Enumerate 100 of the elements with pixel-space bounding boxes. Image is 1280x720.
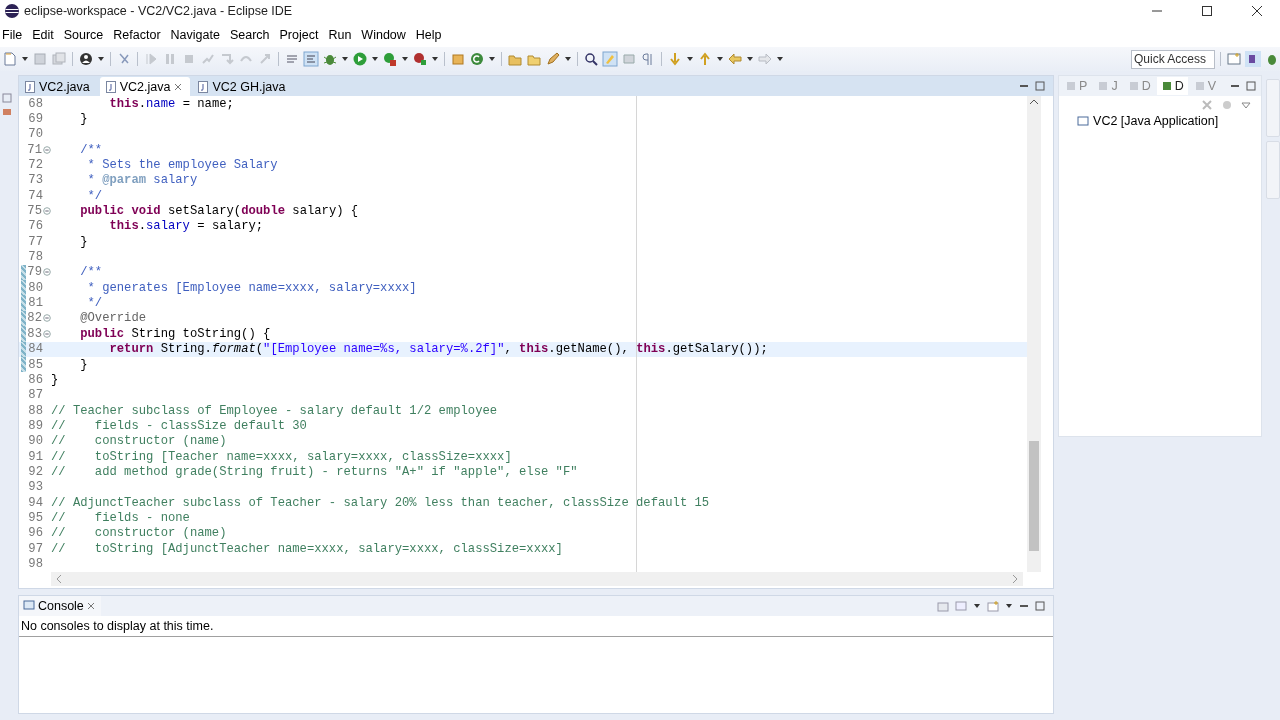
line-number: 88: [27, 403, 43, 418]
open-perspective-icon[interactable]: [1226, 51, 1242, 67]
step-into-icon[interactable]: [219, 51, 235, 67]
code-line: * Sets the employee Salary: [86, 158, 278, 173]
code-line: */: [86, 188, 103, 203]
horizontal-scrollbar[interactable]: [50, 572, 1024, 586]
view-icon: [1065, 80, 1078, 92]
editor-tab[interactable]: VC2.java: [99, 77, 191, 96]
code-line: // toString [AdjunctTeacher name=xxxx, salary=xxxx, classSize=xxxx]: [50, 541, 563, 556]
java-perspective-icon[interactable]: [1245, 51, 1261, 67]
line-number: 93: [27, 480, 43, 495]
maximize-icon[interactable]: [1202, 6, 1212, 16]
person-icon[interactable]: [78, 51, 94, 67]
line-number: 75: [26, 204, 42, 219]
launch-item[interactable]: VC2 [Java Application]: [1059, 114, 1262, 128]
line-number: 98: [27, 557, 43, 571]
scroll-right-icon[interactable]: [1011, 574, 1020, 584]
menu-item[interactable]: Help: [415, 27, 448, 42]
view-icon: [1160, 80, 1173, 92]
menu-item[interactable]: Edit: [32, 27, 60, 42]
java-file-icon: [24, 80, 35, 93]
code-line: // constructor (name): [50, 434, 227, 449]
class-icon[interactable]: [469, 51, 485, 67]
code-line: // AdjunctTeacher subclass of Teacher - salary 20% less than teacher, classSize default 15: [50, 495, 710, 510]
close-icon[interactable]: [1252, 6, 1262, 16]
line-number: 76: [27, 219, 43, 234]
menu-item[interactable]: File: [2, 27, 29, 42]
line-number: 85: [27, 357, 43, 372]
code-line: }: [50, 372, 59, 387]
menu-item[interactable]: Project: [279, 27, 325, 42]
line-number: 95: [27, 510, 43, 525]
coverage-icon[interactable]: [382, 51, 398, 67]
editor-tab[interactable]: VC2.java: [18, 77, 98, 96]
external-tool-icon[interactable]: [412, 51, 428, 67]
remove-all-icon[interactable]: [1221, 99, 1234, 111]
menu-item[interactable]: Source: [63, 27, 110, 42]
code-line: * generates [Employee name=xxxx, salary=xxxx]: [86, 280, 417, 295]
code-line: /**: [79, 265, 103, 280]
view-icon: [1097, 80, 1110, 92]
view-menu-icon[interactable]: [1241, 100, 1252, 110]
collapse-icon[interactable]: [42, 268, 51, 277]
line-number: 92: [27, 464, 43, 479]
save-all-icon[interactable]: [51, 51, 67, 67]
view-icon: [1193, 80, 1206, 92]
java-file-icon: [198, 80, 209, 93]
code-line: * @param salary: [86, 173, 198, 188]
code-line: public String toString() {: [79, 326, 271, 341]
line-number: 89: [27, 418, 43, 433]
java-file-icon: [105, 80, 116, 93]
code-line: */: [86, 296, 103, 311]
menu-item[interactable]: Search: [229, 27, 276, 42]
pin-icon[interactable]: [937, 600, 950, 612]
pencil-icon[interactable]: [545, 51, 561, 67]
collapse-icon[interactable]: [42, 329, 51, 338]
quick-access-field[interactable]: Quick Access: [1131, 49, 1215, 69]
code-line: this.name = name;: [108, 96, 234, 111]
line-number: 74: [27, 188, 43, 203]
line-number: 84: [27, 342, 43, 357]
vertical-scrollbar[interactable]: [1027, 96, 1042, 572]
code-line: /**: [79, 142, 103, 157]
console-icon: [22, 600, 35, 612]
window-title: eclipse-workspace - VC2/VC2.java - Eclipse IDE: [24, 4, 294, 18]
menu-item[interactable]: Run: [328, 27, 358, 42]
collapse-icon[interactable]: [42, 207, 51, 216]
menu-item[interactable]: Navigate: [170, 27, 226, 42]
view-icon[interactable]: [1, 107, 12, 117]
line-number: 86: [27, 372, 43, 387]
collapse-icon[interactable]: [42, 314, 51, 323]
eclipse-logo-icon: [4, 3, 20, 19]
code-line: // Teacher subclass of Employee - salary default 1/2 employee: [50, 403, 498, 418]
resume-icon[interactable]: [143, 51, 159, 67]
code-line: }: [79, 357, 88, 372]
display-console-icon[interactable]: [955, 600, 968, 612]
code-line: }: [79, 234, 88, 249]
view-icon: [1127, 80, 1140, 92]
view-tab[interactable]: D: [1156, 77, 1188, 95]
console-tab[interactable]: Console: [18, 596, 101, 616]
package-icon[interactable]: [450, 51, 466, 67]
search-icon[interactable]: [583, 51, 599, 67]
line-number: 69: [27, 112, 43, 126]
scrollbar-thumb[interactable]: [1029, 441, 1040, 551]
java-app-icon: [1077, 115, 1090, 127]
code-line: // constructor (name): [50, 526, 227, 541]
restore-icon[interactable]: [1, 93, 12, 103]
menu-item[interactable]: Refactor: [113, 27, 167, 42]
remove-icon[interactable]: [1201, 99, 1214, 111]
collapse-icon[interactable]: [42, 145, 51, 154]
code-line: // fields - none: [50, 510, 190, 525]
code-line: @Override: [79, 311, 147, 326]
code-line: return String.format("[Employee name=%s, salary=%.2f]", this.getName(), this.getSalary());: [108, 342, 768, 357]
line-number: 80: [27, 280, 43, 295]
line-number: 71: [26, 142, 42, 157]
code-line: // add method grade(String fruit) - returns "A+" if "apple", else "F": [50, 464, 578, 479]
scroll-left-icon[interactable]: [54, 574, 63, 584]
line-number: 68: [27, 96, 43, 111]
console-message: No consoles to display at this time.: [18, 616, 1054, 637]
new-console-icon[interactable]: [987, 600, 1000, 612]
line-number: 72: [27, 158, 43, 173]
menu-item[interactable]: Window: [361, 27, 412, 42]
editor-tab[interactable]: VC2 GH.java: [192, 77, 294, 96]
